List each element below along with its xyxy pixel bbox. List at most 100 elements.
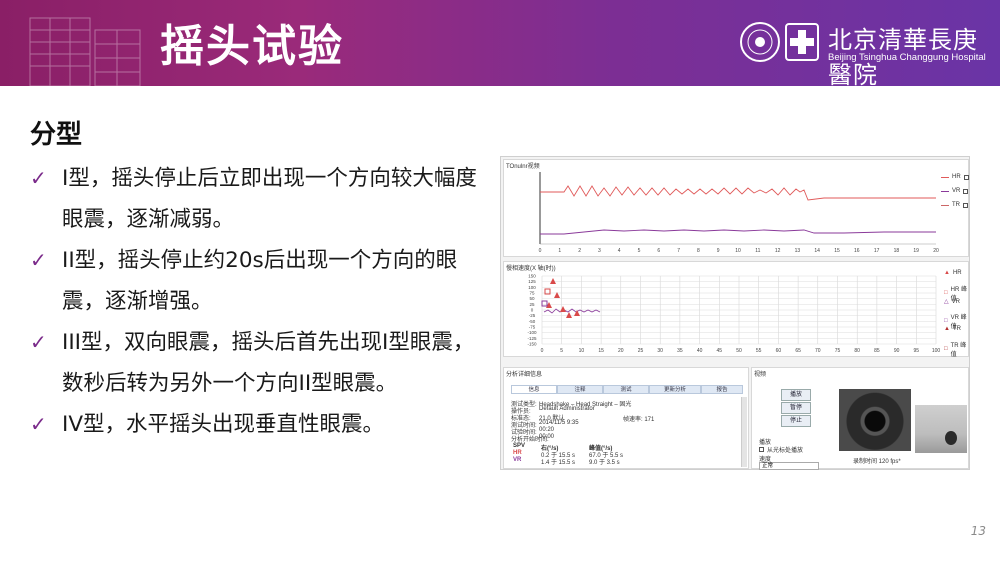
vr-velocity-line [543, 308, 601, 314]
spv-header-cell: SPV [513, 443, 526, 449]
top-x-tick-label: 9 [717, 248, 720, 254]
list-item: ✓ II型，摇头停止约20s后出现一个方向的眼震，逐渐增强。 [30, 240, 490, 322]
mid-y-tick-label: -100 [527, 330, 537, 335]
top-x-tick-label: 13 [795, 248, 801, 254]
legend-marker-icon: □ [944, 346, 948, 352]
top-x-tick-label: 15 [834, 248, 840, 254]
tab-test[interactable]: 测试 [603, 385, 649, 394]
top-x-tick-label: 0 [539, 248, 542, 254]
tab-report[interactable]: 报告 [701, 385, 743, 394]
legend-label: VR [951, 298, 960, 305]
velocity-grid-chart: 1501251007550250-25-50-75-100-125-150 05… [527, 274, 941, 355]
spv-cell: VR [513, 457, 522, 463]
top-x-tick-label: 1 [558, 248, 561, 254]
list-item-text: III型，双向眼震，摇头后首先出现I型眼震，数秒后转为另外一个方向II型眼震。 [62, 330, 475, 396]
tab-notes[interactable]: 注释 [557, 385, 603, 394]
video-caption: 录制时间 120 fps* [853, 459, 901, 465]
mid-x-tick-label: 45 [717, 348, 723, 354]
section-subtitle: 分型 [30, 120, 83, 150]
mid-x-tick-label: 65 [795, 348, 801, 354]
checkmark-icon: ✓ [30, 412, 47, 436]
mid-x-tick-label: 20 [618, 348, 624, 354]
mid-y-tick-label: -50 [529, 319, 536, 324]
velocity-y-ticks: 1501251007550250-25-50-75-100-125-150 [527, 274, 537, 347]
eye-position-trace-chart: 0 1 2 3 4 5 6 7 8 9 10 11 12 13 14 15 16 17 18 19 20 [539, 172, 939, 254]
hospital-name-english: Beijing Tsinghua Changgung Hospital [828, 52, 986, 63]
top-x-tick-label: 17 [874, 248, 880, 254]
top-x-tick-label: 8 [697, 248, 700, 254]
analysis-scrollbar[interactable] [741, 397, 747, 467]
info-value: 2014/11/5 9:35 [539, 420, 579, 426]
mid-y-tick-label: -150 [527, 342, 537, 347]
pause-button[interactable]: 暂停 [781, 402, 811, 414]
top-x-tick-label: 7 [677, 248, 680, 254]
top-x-tick-label: 18 [894, 248, 900, 254]
legend-marker-icon: □ [944, 318, 948, 324]
mid-x-tick-label: 75 [835, 348, 841, 354]
mid-x-tick-label: 5 [560, 348, 563, 354]
legend-label: TR 峰值 [950, 343, 967, 358]
spv-cell: 1.4 于 15.5 s [541, 460, 576, 466]
top-x-tick-label: 16 [854, 248, 860, 254]
mid-x-tick-label: 40 [697, 348, 703, 354]
mid-x-tick-label: 55 [756, 348, 762, 354]
mid-x-tick-label: 100 [932, 348, 941, 354]
page-number: 13 [970, 524, 986, 538]
mid-x-tick-label: 70 [815, 348, 821, 354]
top-x-tick-label: 11 [755, 248, 760, 254]
mid-x-tick-label: 85 [874, 348, 880, 354]
eye-position-panel: TOnulnr视频 0 1 2 3 4 5 6 7 8 9 10 11 12 13 14 15 16 17 18 19… [503, 159, 969, 257]
play-from-cursor-option[interactable]: 从光标处播放 [759, 445, 803, 454]
velocity-gridlines [541, 275, 937, 345]
top-x-tick-label: 6 [657, 248, 660, 254]
page-title: 摇头试验 [160, 21, 344, 72]
info-value: Default Administrator [539, 406, 595, 412]
checkbox-icon [759, 447, 764, 452]
mid-x-tick-label: 10 [579, 348, 585, 354]
frame-rate-label: 帧速率: 171 [623, 417, 655, 423]
vr-peak-marker [541, 300, 548, 307]
velocity-legend-item: □ TR 峰值 [944, 340, 968, 358]
building-watermark-icon [29, 17, 141, 86]
legend-marker-icon: △ [944, 299, 949, 305]
speed-select[interactable]: 正常 [759, 462, 819, 470]
mid-x-tick-label: 95 [914, 348, 920, 354]
mid-x-tick-label: 60 [776, 348, 782, 354]
vr-trace-line [540, 229, 936, 235]
mid-x-tick-label: 25 [638, 348, 644, 354]
mid-x-tick-label: 80 [854, 348, 860, 354]
stop-button[interactable]: 停止 [781, 415, 811, 427]
vng-software-screenshot: TOnulnr视频 0 1 2 3 4 5 6 7 8 9 10 11 12 13 14 15 16 17 18 19… [500, 156, 970, 470]
face-video-frame [915, 405, 967, 453]
top-x-tick-label: 14 [814, 248, 820, 254]
velocity-legend-item: ▲ TR [944, 326, 961, 332]
list-item: ✓ III型，双向眼震，摇头后首先出现I型眼震，数秒后转为另外一个方向II型眼震。 [30, 322, 490, 404]
header-banner: 摇头试验 北京清華長庚醫院 Beijing Tsinghua Changgung… [0, 0, 1000, 86]
mid-x-tick-label: 50 [736, 348, 742, 354]
tab-update-analysis[interactable]: 更新分析 [649, 385, 701, 394]
legend-marker-icon: ▲ [944, 326, 950, 332]
top-x-tick-label: 12 [775, 248, 781, 254]
play-button[interactable]: 播放 [781, 389, 811, 401]
mid-x-tick-label: 35 [677, 348, 683, 354]
mid-y-tick-label: 0 [531, 308, 534, 313]
list-item-text: IV型，水平摇头出现垂直性眼震。 [62, 412, 385, 437]
type-list: ✓ I型，摇头停止后立即出现一个方向较大幅度眼震，逐渐减弱。 ✓ II型，摇头停止约… [30, 158, 490, 445]
eye-video-frame [839, 389, 911, 451]
slow-phase-velocity-panel: 慢相速度(X 轴(时)) 150 125 100 75 50 25 0 -25 -50 -75 -1… [503, 261, 969, 358]
top-x-tick-label: 20 [933, 248, 939, 254]
mid-x-tick-label: 90 [894, 348, 900, 354]
legend-label: HR [952, 270, 962, 276]
top-x-tick-label: 4 [618, 248, 621, 254]
list-item: ✓ IV型，水平摇头出现垂直性眼震。 [30, 404, 490, 445]
top-x-tick-label: 3 [598, 248, 601, 254]
mid-y-tick-label: -125 [527, 336, 537, 341]
legend-marker-icon: □ [944, 290, 948, 296]
tab-info[interactable]: 信息 [511, 385, 557, 394]
velocity-x-ticks: 0 5 10 15 20 25 30 35 40 45 50 55 60 65 70 75 80 85 90 95 10… [541, 348, 941, 354]
university-seal-icon [740, 22, 780, 62]
patient-head-icon [945, 431, 957, 445]
mid-y-tick-label: 125 [528, 279, 536, 284]
mid-y-tick-label: 25 [529, 302, 535, 307]
mid-y-tick-label: -75 [529, 325, 536, 330]
